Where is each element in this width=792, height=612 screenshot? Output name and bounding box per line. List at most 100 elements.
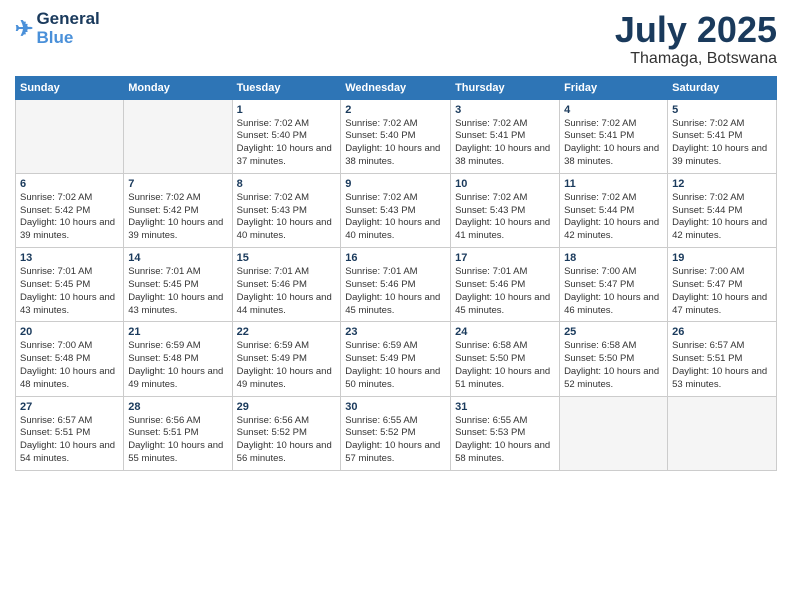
table-row: 2 Sunrise: 7:02 AMSunset: 5:40 PMDayligh… <box>341 99 451 173</box>
day-number: 19 <box>672 252 772 264</box>
table-row: 27 Sunrise: 6:57 AMSunset: 5:51 PMDaylig… <box>16 396 124 470</box>
calendar: Sunday Monday Tuesday Wednesday Thursday… <box>15 76 777 471</box>
day-info: Sunrise: 7:02 AMSunset: 5:43 PMDaylight:… <box>345 192 440 241</box>
day-number: 22 <box>237 326 337 338</box>
day-info: Sunrise: 6:56 AMSunset: 5:51 PMDaylight:… <box>128 415 223 464</box>
day-info: Sunrise: 6:56 AMSunset: 5:52 PMDaylight:… <box>237 415 332 464</box>
title-area: July 2025 Thamaga, Botswana <box>615 10 777 68</box>
month-title: July 2025 <box>615 10 777 50</box>
day-info: Sunrise: 6:59 AMSunset: 5:48 PMDaylight:… <box>128 340 223 389</box>
day-info: Sunrise: 7:01 AMSunset: 5:46 PMDaylight:… <box>455 266 550 315</box>
logo-text-general: General <box>36 10 99 29</box>
logo: ✈ General Blue <box>15 10 100 47</box>
day-info: Sunrise: 7:02 AMSunset: 5:43 PMDaylight:… <box>237 192 332 241</box>
table-row: 6 Sunrise: 7:02 AMSunset: 5:42 PMDayligh… <box>16 173 124 247</box>
day-number: 17 <box>455 252 555 264</box>
day-info: Sunrise: 6:57 AMSunset: 5:51 PMDaylight:… <box>672 340 767 389</box>
day-info: Sunrise: 7:02 AMSunset: 5:44 PMDaylight:… <box>672 192 767 241</box>
day-number: 27 <box>20 401 119 413</box>
table-row: 17 Sunrise: 7:01 AMSunset: 5:46 PMDaylig… <box>451 248 560 322</box>
day-info: Sunrise: 7:00 AMSunset: 5:47 PMDaylight:… <box>672 266 767 315</box>
day-info: Sunrise: 6:57 AMSunset: 5:51 PMDaylight:… <box>20 415 115 464</box>
day-number: 29 <box>237 401 337 413</box>
day-number: 10 <box>455 178 555 190</box>
day-info: Sunrise: 7:00 AMSunset: 5:48 PMDaylight:… <box>20 340 115 389</box>
day-info: Sunrise: 7:02 AMSunset: 5:44 PMDaylight:… <box>564 192 659 241</box>
table-row: 31 Sunrise: 6:55 AMSunset: 5:53 PMDaylig… <box>451 396 560 470</box>
day-info: Sunrise: 7:02 AMSunset: 5:40 PMDaylight:… <box>345 118 440 167</box>
day-info: Sunrise: 7:02 AMSunset: 5:41 PMDaylight:… <box>455 118 550 167</box>
table-row: 19 Sunrise: 7:00 AMSunset: 5:47 PMDaylig… <box>668 248 777 322</box>
table-row: 1 Sunrise: 7:02 AMSunset: 5:40 PMDayligh… <box>232 99 341 173</box>
day-number: 4 <box>564 104 663 116</box>
table-row: 18 Sunrise: 7:00 AMSunset: 5:47 PMDaylig… <box>560 248 668 322</box>
day-number: 30 <box>345 401 446 413</box>
page: ✈ General Blue July 2025 Thamaga, Botswa… <box>0 0 792 612</box>
table-row: 24 Sunrise: 6:58 AMSunset: 5:50 PMDaylig… <box>451 322 560 396</box>
table-row: 7 Sunrise: 7:02 AMSunset: 5:42 PMDayligh… <box>124 173 232 247</box>
table-row: 28 Sunrise: 6:56 AMSunset: 5:51 PMDaylig… <box>124 396 232 470</box>
table-row: 4 Sunrise: 7:02 AMSunset: 5:41 PMDayligh… <box>560 99 668 173</box>
day-number: 11 <box>564 178 663 190</box>
location: Thamaga, Botswana <box>615 50 777 68</box>
day-number: 9 <box>345 178 446 190</box>
day-number: 13 <box>20 252 119 264</box>
header-wednesday: Wednesday <box>341 76 451 99</box>
day-number: 1 <box>237 104 337 116</box>
table-row: 10 Sunrise: 7:02 AMSunset: 5:43 PMDaylig… <box>451 173 560 247</box>
day-number: 24 <box>455 326 555 338</box>
logo-icon: ✈ <box>15 16 33 42</box>
day-number: 3 <box>455 104 555 116</box>
day-info: Sunrise: 6:58 AMSunset: 5:50 PMDaylight:… <box>564 340 659 389</box>
day-number: 16 <box>345 252 446 264</box>
table-row: 25 Sunrise: 6:58 AMSunset: 5:50 PMDaylig… <box>560 322 668 396</box>
day-number: 31 <box>455 401 555 413</box>
day-info: Sunrise: 6:58 AMSunset: 5:50 PMDaylight:… <box>455 340 550 389</box>
header-friday: Friday <box>560 76 668 99</box>
table-row: 9 Sunrise: 7:02 AMSunset: 5:43 PMDayligh… <box>341 173 451 247</box>
header-monday: Monday <box>124 76 232 99</box>
day-number: 6 <box>20 178 119 190</box>
table-row <box>560 396 668 470</box>
table-row: 23 Sunrise: 6:59 AMSunset: 5:49 PMDaylig… <box>341 322 451 396</box>
table-row: 11 Sunrise: 7:02 AMSunset: 5:44 PMDaylig… <box>560 173 668 247</box>
day-info: Sunrise: 7:02 AMSunset: 5:42 PMDaylight:… <box>20 192 115 241</box>
table-row: 15 Sunrise: 7:01 AMSunset: 5:46 PMDaylig… <box>232 248 341 322</box>
table-row: 3 Sunrise: 7:02 AMSunset: 5:41 PMDayligh… <box>451 99 560 173</box>
day-info: Sunrise: 7:01 AMSunset: 5:46 PMDaylight:… <box>345 266 440 315</box>
table-row: 13 Sunrise: 7:01 AMSunset: 5:45 PMDaylig… <box>16 248 124 322</box>
table-row: 16 Sunrise: 7:01 AMSunset: 5:46 PMDaylig… <box>341 248 451 322</box>
table-row: 21 Sunrise: 6:59 AMSunset: 5:48 PMDaylig… <box>124 322 232 396</box>
day-info: Sunrise: 7:01 AMSunset: 5:45 PMDaylight:… <box>20 266 115 315</box>
day-info: Sunrise: 7:01 AMSunset: 5:46 PMDaylight:… <box>237 266 332 315</box>
day-number: 18 <box>564 252 663 264</box>
day-info: Sunrise: 7:00 AMSunset: 5:47 PMDaylight:… <box>564 266 659 315</box>
table-row <box>124 99 232 173</box>
header-thursday: Thursday <box>451 76 560 99</box>
table-row: 26 Sunrise: 6:57 AMSunset: 5:51 PMDaylig… <box>668 322 777 396</box>
day-number: 26 <box>672 326 772 338</box>
day-info: Sunrise: 7:02 AMSunset: 5:42 PMDaylight:… <box>128 192 223 241</box>
table-row: 5 Sunrise: 7:02 AMSunset: 5:41 PMDayligh… <box>668 99 777 173</box>
day-number: 5 <box>672 104 772 116</box>
header-sunday: Sunday <box>16 76 124 99</box>
day-info: Sunrise: 6:59 AMSunset: 5:49 PMDaylight:… <box>345 340 440 389</box>
table-row: 30 Sunrise: 6:55 AMSunset: 5:52 PMDaylig… <box>341 396 451 470</box>
day-info: Sunrise: 6:55 AMSunset: 5:52 PMDaylight:… <box>345 415 440 464</box>
day-info: Sunrise: 7:02 AMSunset: 5:43 PMDaylight:… <box>455 192 550 241</box>
day-info: Sunrise: 6:55 AMSunset: 5:53 PMDaylight:… <box>455 415 550 464</box>
day-number: 25 <box>564 326 663 338</box>
table-row: 14 Sunrise: 7:01 AMSunset: 5:45 PMDaylig… <box>124 248 232 322</box>
day-number: 8 <box>237 178 337 190</box>
table-row: 22 Sunrise: 6:59 AMSunset: 5:49 PMDaylig… <box>232 322 341 396</box>
day-info: Sunrise: 7:02 AMSunset: 5:40 PMDaylight:… <box>237 118 332 167</box>
header-saturday: Saturday <box>668 76 777 99</box>
logo-text-blue: Blue <box>36 29 99 48</box>
day-number: 15 <box>237 252 337 264</box>
table-row <box>16 99 124 173</box>
table-row: 20 Sunrise: 7:00 AMSunset: 5:48 PMDaylig… <box>16 322 124 396</box>
day-number: 14 <box>128 252 227 264</box>
header-tuesday: Tuesday <box>232 76 341 99</box>
table-row: 8 Sunrise: 7:02 AMSunset: 5:43 PMDayligh… <box>232 173 341 247</box>
calendar-header-row: Sunday Monday Tuesday Wednesday Thursday… <box>16 76 777 99</box>
